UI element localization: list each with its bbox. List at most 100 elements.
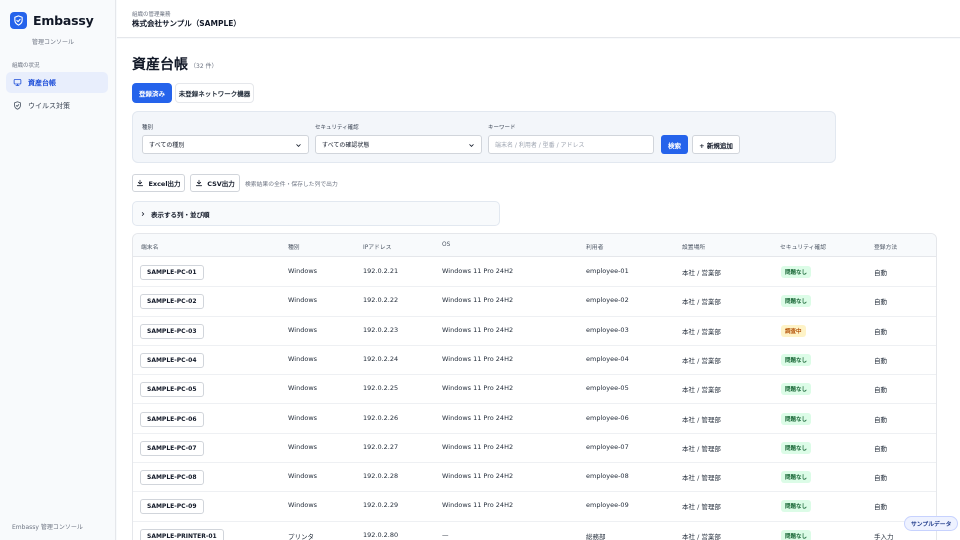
- table-row[interactable]: SAMPLE-PC-03 Windows 192.0.2.23 Windows 11 …: [133, 317, 936, 346]
- column-header-user[interactable]: 利用者: [586, 242, 603, 251]
- hostname-link[interactable]: SAMPLE-PC-09: [140, 499, 204, 515]
- table-row[interactable]: SAMPLE-PC-08 Windows 192.0.2.28 Windows 11 …: [133, 463, 936, 493]
- columns-order-label: 表示する列・並び順: [151, 210, 210, 219]
- hostname-link[interactable]: SAMPLE-PC-04: [140, 352, 204, 368]
- type-filter-value: すべての種別: [149, 142, 185, 149]
- sample-data-badge: サンプルデータ: [904, 516, 959, 531]
- header: 組織の管理業務 株式会社サンプル（SAMPLE）: [117, 0, 960, 38]
- cell-location: 本社 / 管理部: [682, 503, 721, 512]
- cell-user: employee-07: [586, 442, 629, 451]
- hostname-link[interactable]: SAMPLE-PRINTER-01: [140, 528, 224, 540]
- cell-os: Windows 11 Pro 24H2: [442, 384, 514, 393]
- tab-registered[interactable]: 登録済み: [132, 83, 172, 103]
- cell-location: 本社 / 管理部: [682, 415, 721, 424]
- security-filter-label: セキュリティ確認: [315, 125, 359, 131]
- cell-registration: 自動: [874, 474, 887, 483]
- sidebar-item-label: ウイルス対策: [28, 101, 70, 110]
- hostname-link[interactable]: SAMPLE-PC-01: [140, 265, 204, 280]
- security-status-badge: 問題なし: [781, 295, 812, 308]
- hostname-link[interactable]: SAMPLE-PC-02: [140, 294, 204, 310]
- cell-ip: 192.0.2.21: [363, 267, 399, 275]
- search-button[interactable]: 検索: [661, 135, 688, 154]
- cell-ip: 192.0.2.28: [363, 472, 399, 481]
- type-filter-select[interactable]: すべての種別: [142, 135, 309, 154]
- cell-user: employee-01: [586, 267, 629, 275]
- cell-ip: 192.0.2.25: [363, 384, 399, 393]
- csv-export-label: CSV出力: [207, 180, 235, 188]
- cell-location: 本社 / 管理部: [682, 444, 721, 453]
- brand-subtitle: 管理コンソール: [32, 39, 75, 46]
- table-row[interactable]: SAMPLE-PC-09 Windows 192.0.2.29 Windows 11 …: [133, 492, 936, 522]
- cell-user: employee-04: [586, 354, 629, 363]
- column-header-ip[interactable]: IPアドレス: [363, 242, 391, 251]
- monitor-icon: [13, 78, 22, 87]
- table-row[interactable]: SAMPLE-PC-02 Windows 192.0.2.22 Windows 11 …: [133, 287, 936, 317]
- table-row[interactable]: SAMPLE-PC-04 Windows 192.0.2.24 Windows 11 …: [133, 346, 936, 376]
- cell-ip: 192.0.2.26: [363, 413, 399, 422]
- cell-user: employee-03: [586, 325, 629, 334]
- hostname-link[interactable]: SAMPLE-PC-05: [140, 382, 204, 398]
- sidebar-item-label: 資産台帳: [28, 78, 56, 87]
- record-count: （32 件）: [190, 63, 218, 70]
- table-row[interactable]: SAMPLE-PC-06 Windows 192.0.2.26 Windows 11 …: [133, 405, 936, 434]
- table-row[interactable]: SAMPLE-PC-01 Windows 192.0.2.21 Windows 11 …: [133, 258, 936, 288]
- security-status-badge: 問題なし: [781, 353, 812, 366]
- cell-location: 本社 / 営業部: [682, 269, 721, 277]
- security-status-badge: 問題なし: [781, 412, 812, 425]
- sidebar-item-antivirus[interactable]: ウイルス対策: [6, 95, 108, 116]
- columns-order-toggle[interactable]: 表示する列・並び順: [132, 201, 500, 226]
- security-filter-select[interactable]: すべての確認状態: [315, 135, 482, 154]
- security-filter-value: すべての確認状態: [322, 142, 370, 149]
- column-header-registration[interactable]: 登録方法: [874, 242, 897, 251]
- cell-user: employee-06: [586, 413, 629, 422]
- hostname-link[interactable]: SAMPLE-PC-08: [140, 470, 204, 486]
- column-header-os[interactable]: OS: [442, 242, 450, 248]
- cell-os: Windows 11 Pro 24H2: [442, 472, 514, 481]
- column-header-security[interactable]: セキュリティ確認: [780, 242, 826, 251]
- cell-registration: 自動: [874, 298, 887, 307]
- security-status-badge: 問題なし: [781, 441, 812, 454]
- cell-os: Windows 11 Pro 24H2: [442, 413, 514, 422]
- table-row[interactable]: SAMPLE-PC-07 Windows 192.0.2.27 Windows 11 …: [133, 434, 936, 464]
- column-header-location[interactable]: 設置場所: [682, 242, 705, 251]
- sidebar-item-asset-ledger[interactable]: 資産台帳: [6, 72, 108, 93]
- keyword-label: キーワード: [488, 125, 516, 131]
- cell-user: employee-02: [586, 296, 629, 305]
- cell-registration: 手入力: [874, 532, 894, 540]
- tab-unregistered-network-devices[interactable]: 未登録ネットワーク機器: [175, 83, 254, 103]
- page-title: 資産台帳: [132, 57, 188, 73]
- cell-ip: 192.0.2.27: [363, 442, 399, 451]
- cell-os: Windows 11 Pro 24H2: [442, 501, 514, 510]
- nav-section-label: 組織の状況: [12, 63, 40, 69]
- org-name: 株式会社サンプル（SAMPLE）: [132, 19, 241, 28]
- cell-registration: 自動: [874, 269, 887, 277]
- security-status-badge: 問題なし: [781, 500, 812, 513]
- shield-check-logo-icon: [10, 12, 27, 29]
- cell-type: Windows: [288, 472, 318, 481]
- download-icon: [136, 179, 144, 187]
- table-row[interactable]: SAMPLE-PC-05 Windows 192.0.2.25 Windows 11 …: [133, 375, 936, 405]
- cell-registration: 自動: [874, 415, 887, 424]
- hostname-link[interactable]: SAMPLE-PC-03: [140, 323, 204, 339]
- asset-table: 端末名 種別 IPアドレス OS 利用者 設置場所 セキュリティ確認 登録方法 …: [132, 233, 937, 540]
- excel-export-button[interactable]: Excel出力: [132, 174, 185, 192]
- column-header-type[interactable]: 種別: [288, 242, 300, 251]
- shield-check-icon: [13, 101, 22, 110]
- cell-ip: 192.0.2.23: [363, 325, 399, 334]
- column-header-hostname[interactable]: 端末名: [141, 242, 158, 251]
- cell-type: Windows: [288, 413, 318, 422]
- hostname-link[interactable]: SAMPLE-PC-07: [140, 440, 204, 456]
- cell-location: 本社 / 営業部: [682, 532, 721, 540]
- table-row[interactable]: SAMPLE-PRINTER-01 プリンタ 192.0.2.80 — 総務部 本社 / …: [133, 522, 936, 540]
- hostname-link[interactable]: SAMPLE-PC-06: [140, 411, 204, 427]
- cell-os: Windows 11 Pro 24H2: [442, 325, 514, 334]
- cell-os: Windows 11 Pro 24H2: [442, 267, 514, 275]
- cell-os: Windows 11 Pro 24H2: [442, 296, 514, 305]
- brand[interactable]: Embassy: [10, 12, 94, 29]
- csv-export-button[interactable]: CSV出力: [190, 174, 240, 192]
- add-new-button[interactable]: + 新規追加: [692, 135, 740, 154]
- keyword-input[interactable]: 端末名 / 利用者 / 型番 / アドレス: [488, 135, 654, 154]
- keyword-placeholder: 端末名 / 利用者 / 型番 / アドレス: [495, 142, 585, 149]
- cell-user: employee-05: [586, 384, 629, 393]
- cell-user: employee-08: [586, 472, 629, 481]
